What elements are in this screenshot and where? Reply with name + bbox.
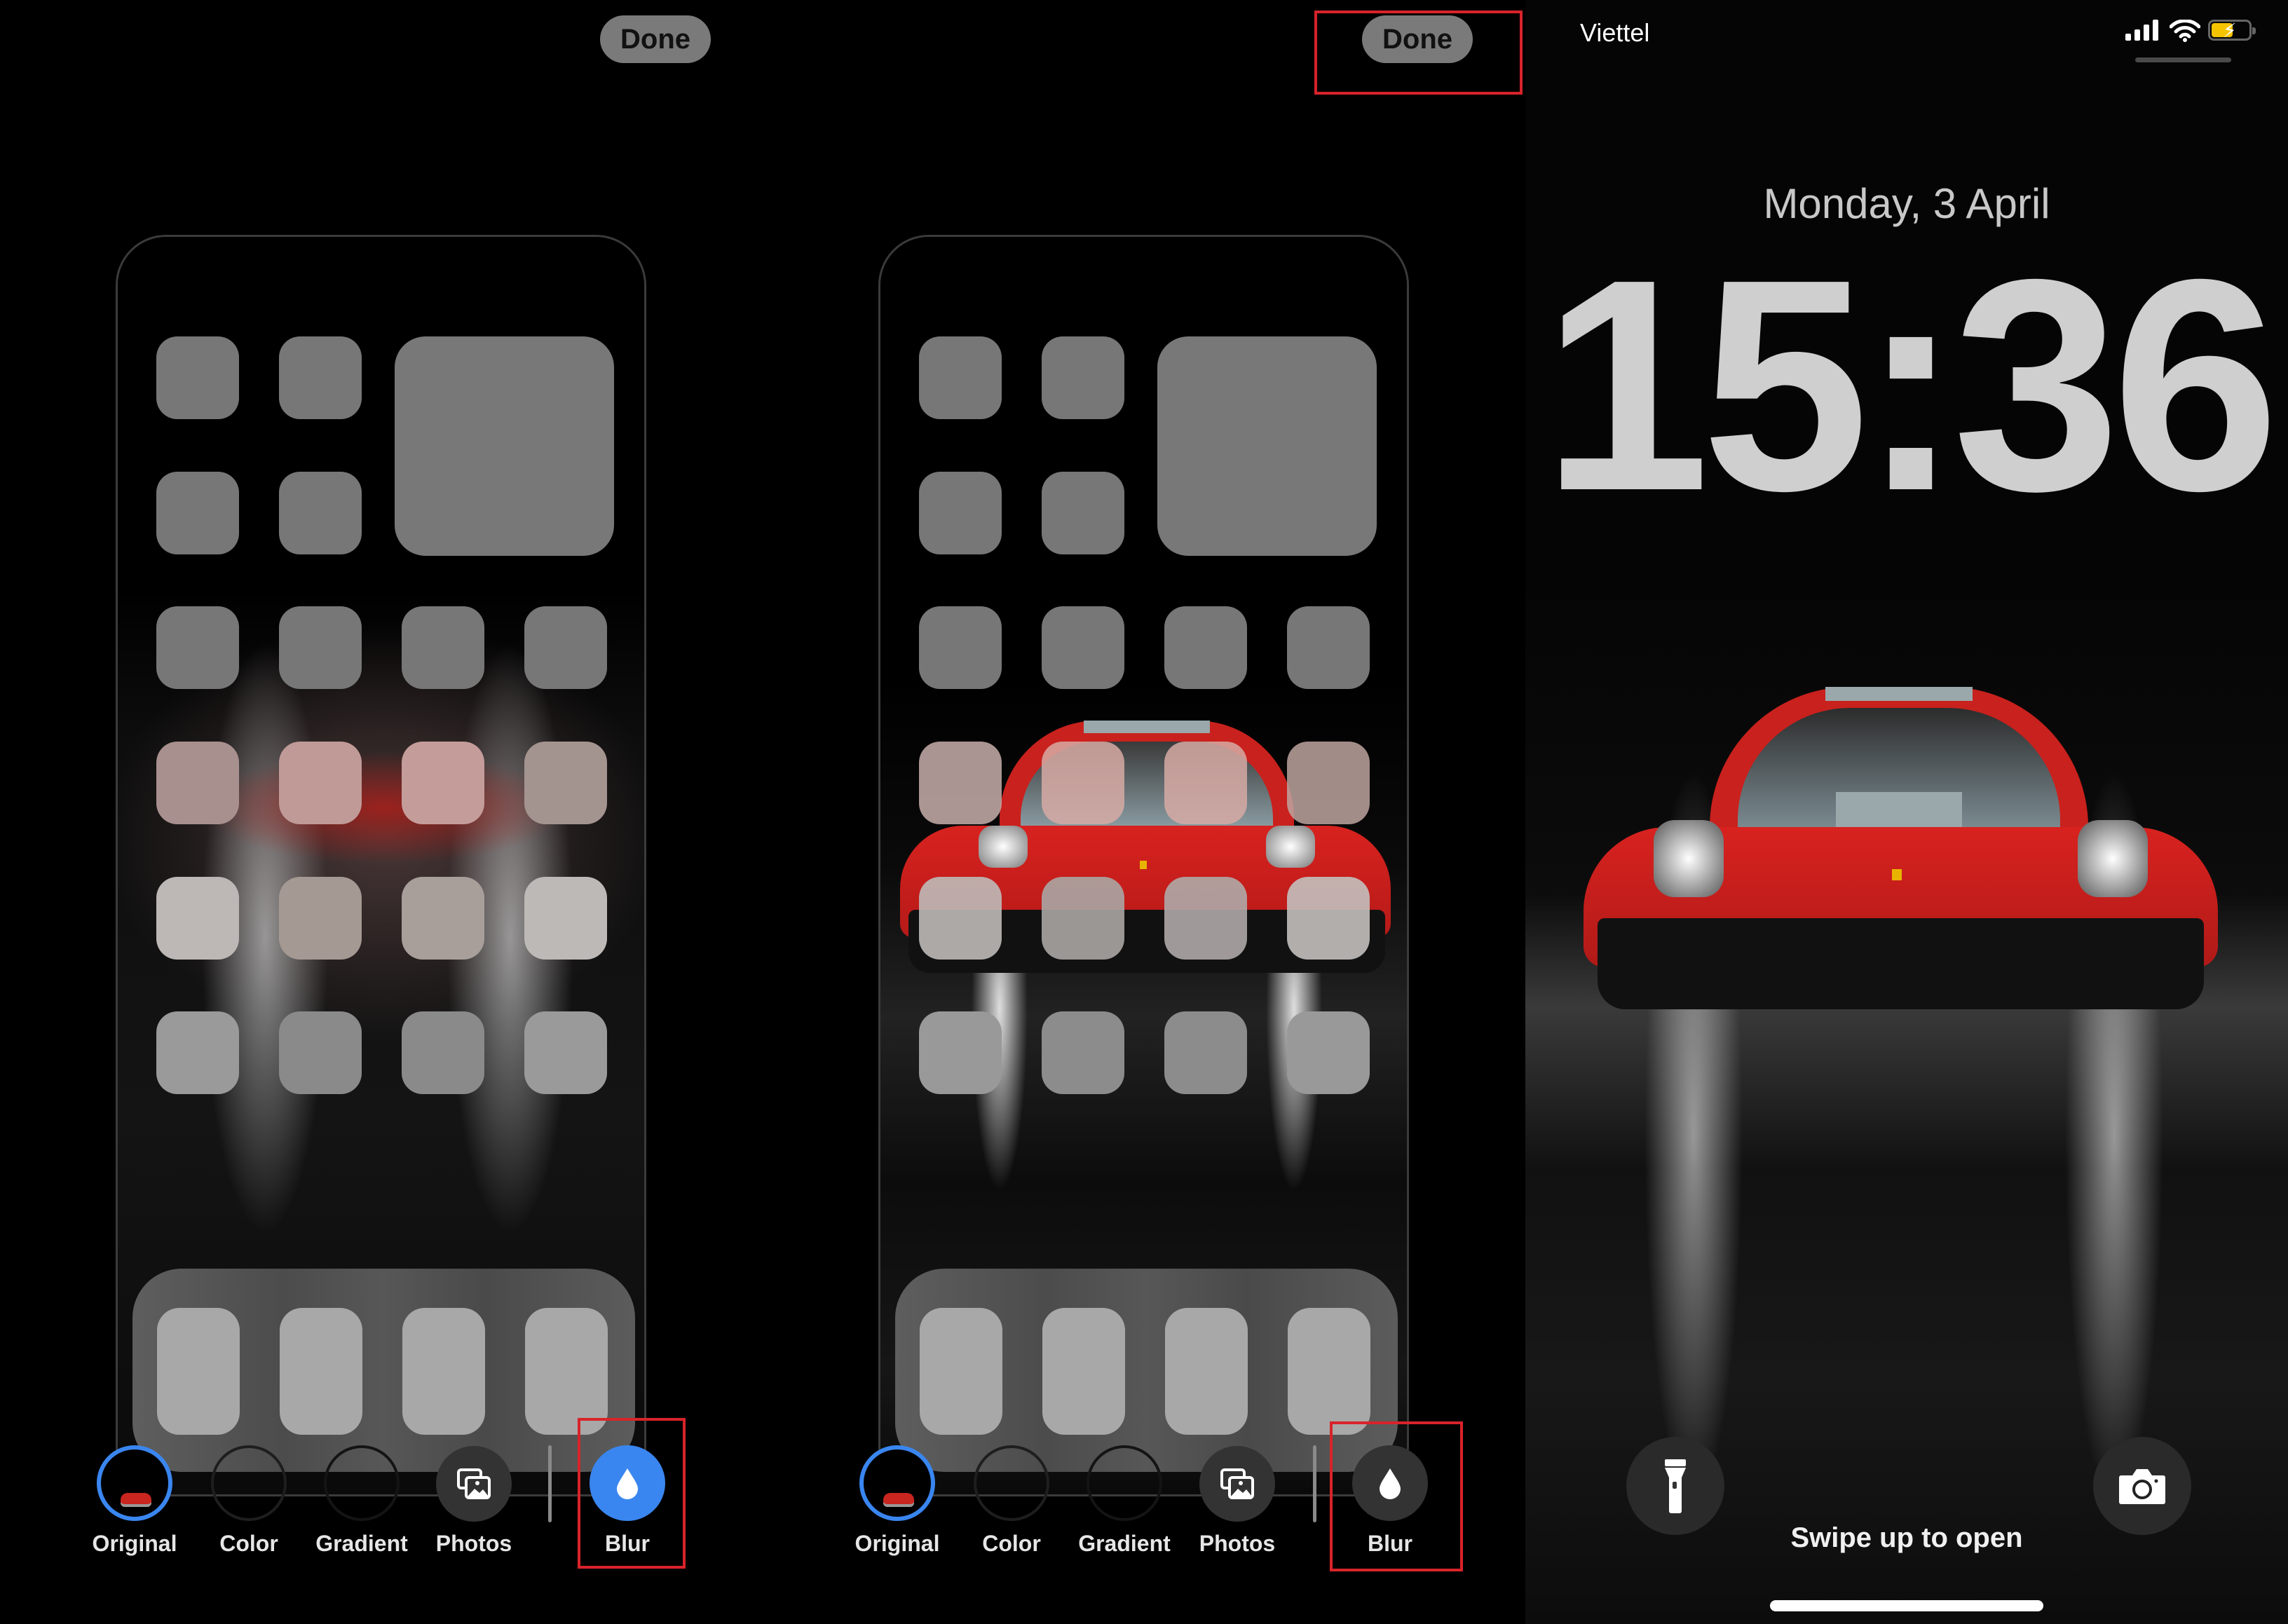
app-icon[interactable]: [156, 336, 239, 419]
highlight-box-blur: [1330, 1421, 1463, 1571]
app-icon[interactable]: [156, 877, 239, 960]
swipe-hint: Swipe up to open: [1790, 1522, 2023, 1553]
photos-button[interactable]: [436, 1446, 512, 1522]
home-indicator[interactable]: [1770, 1600, 2043, 1611]
app-icon[interactable]: [279, 336, 362, 419]
photos-label: Photos: [1199, 1531, 1276, 1556]
app-icon[interactable]: [1042, 877, 1124, 960]
toolbar-divider: [548, 1445, 552, 1522]
dock-app-icon[interactable]: [157, 1308, 240, 1435]
app-icon[interactable]: [524, 877, 607, 960]
original-label: Original: [92, 1531, 177, 1556]
photos-icon: [1220, 1468, 1254, 1499]
app-icon[interactable]: [919, 1011, 1002, 1094]
highlight-box-done: [1314, 11, 1523, 95]
app-icon[interactable]: [402, 606, 484, 689]
app-icon[interactable]: [402, 877, 484, 960]
flashlight-button[interactable]: [1626, 1437, 1724, 1535]
original-label: Original: [854, 1531, 940, 1556]
gradient-button[interactable]: [324, 1445, 400, 1521]
color-button[interactable]: [211, 1445, 287, 1521]
original-button[interactable]: [859, 1445, 935, 1521]
app-icon[interactable]: [1042, 472, 1124, 554]
widget-placeholder[interactable]: [395, 336, 614, 556]
dock-app-icon[interactable]: [1165, 1308, 1248, 1435]
app-icon[interactable]: [919, 472, 1002, 554]
dock-app-icon[interactable]: [920, 1308, 1002, 1435]
dock-app-icon[interactable]: [402, 1308, 485, 1435]
app-icon[interactable]: [1287, 877, 1370, 960]
photos-label: Photos: [435, 1531, 512, 1556]
app-icon[interactable]: [919, 742, 1002, 824]
app-icon[interactable]: [156, 472, 239, 554]
original-button[interactable]: [97, 1445, 172, 1521]
app-icon[interactable]: [1164, 877, 1247, 960]
dock: [132, 1269, 635, 1472]
gradient-button[interactable]: [1087, 1445, 1162, 1521]
app-icon[interactable]: [1164, 742, 1247, 824]
dock-app-icon[interactable]: [1288, 1308, 1370, 1435]
dock-app-icon[interactable]: [280, 1308, 362, 1435]
app-icon[interactable]: [402, 1011, 484, 1094]
app-icon[interactable]: [279, 606, 362, 689]
app-icon[interactable]: [1164, 606, 1247, 689]
app-icon[interactable]: [919, 877, 1002, 960]
notification-handle: [2135, 57, 2231, 62]
charging-bolt-icon: ⚡︎: [2223, 20, 2237, 41]
app-icon[interactable]: [1287, 1011, 1370, 1094]
gradient-label: Gradient: [1078, 1531, 1171, 1556]
app-icon[interactable]: [156, 742, 239, 824]
app-icon[interactable]: [1287, 606, 1370, 689]
lock-time: 15:36: [1542, 217, 2280, 554]
app-icon[interactable]: [1042, 742, 1124, 824]
app-icon[interactable]: [1164, 1011, 1247, 1094]
app-icon[interactable]: [156, 1011, 239, 1094]
photos-icon: [457, 1468, 491, 1499]
color-label: Color: [982, 1531, 1041, 1556]
home-screen-preview: [878, 235, 1409, 1496]
color-label: Color: [219, 1531, 278, 1556]
dock: [895, 1269, 1398, 1472]
app-icon[interactable]: [919, 606, 1002, 689]
panel-2-home-blur-off: Done Original Color Gradient Photos Blur: [763, 0, 1525, 1624]
app-icon[interactable]: [524, 742, 607, 824]
color-button[interactable]: [974, 1445, 1049, 1521]
photos-button[interactable]: [1199, 1446, 1275, 1522]
flashlight-icon: [1665, 1459, 1686, 1513]
car-thumbnail-icon: [121, 1493, 151, 1507]
app-icon[interactable]: [1042, 1011, 1124, 1094]
app-icon[interactable]: [1042, 336, 1124, 419]
camera-button[interactable]: [2093, 1437, 2191, 1535]
highlight-box-blur: [578, 1418, 686, 1569]
app-icon[interactable]: [1287, 742, 1370, 824]
app-icon[interactable]: [279, 877, 362, 960]
toolbar-divider: [1313, 1445, 1316, 1522]
dock-app-icon[interactable]: [1042, 1308, 1125, 1435]
app-icon[interactable]: [524, 606, 607, 689]
carrier-label: Viettel: [1580, 18, 1650, 47]
signal-icon: [2125, 20, 2158, 41]
camera-icon: [2119, 1469, 2165, 1504]
gradient-label: Gradient: [315, 1531, 408, 1556]
car-thumbnail-icon: [883, 1493, 914, 1507]
done-button[interactable]: Done: [600, 15, 711, 63]
app-icon[interactable]: [156, 606, 239, 689]
app-icon[interactable]: [1042, 606, 1124, 689]
battery-icon: ⚡︎: [2208, 20, 2256, 41]
dock-app-icon[interactable]: [525, 1308, 608, 1435]
app-icon[interactable]: [279, 742, 362, 824]
panel-1-home-blur-on: Done Original Color Gradient Photos Blur: [0, 0, 763, 1624]
home-screen-preview: [116, 235, 646, 1496]
lock-screen: Viettel ⚡︎ Monday, 3 April 15:36 Swipe u…: [1525, 0, 2288, 1624]
widget-placeholder[interactable]: [1157, 336, 1377, 556]
wifi-icon: [2170, 20, 2200, 42]
app-icon[interactable]: [919, 336, 1002, 419]
car-image: [1584, 687, 2218, 1023]
app-icon[interactable]: [279, 1011, 362, 1094]
app-icon[interactable]: [279, 472, 362, 554]
app-icon[interactable]: [524, 1011, 607, 1094]
app-icon[interactable]: [402, 742, 484, 824]
